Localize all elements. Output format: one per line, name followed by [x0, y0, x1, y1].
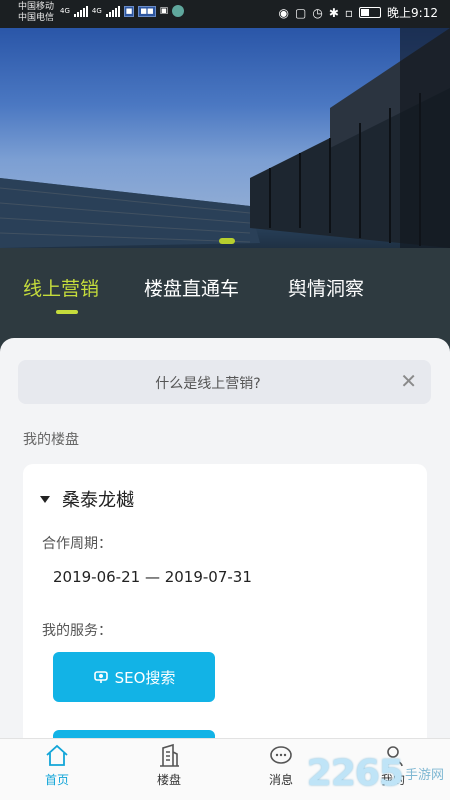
watermark-text: 手游网 — [404, 768, 444, 783]
tab-bar: 线上营销 楼盘直通车 舆情洞察 — [0, 248, 450, 338]
status-time: 晚上9:12 — [387, 6, 438, 20]
project-name: 桑泰龙樾 — [62, 490, 134, 511]
app-notification-icon: ▣ — [159, 6, 169, 16]
project-header[interactable]: 桑泰龙樾 — [40, 486, 134, 512]
seo-icon — [93, 671, 108, 683]
carrier-1: 中国移动 — [18, 2, 55, 12]
nav-messages[interactable]: 消息 — [251, 743, 311, 788]
app-notification-icon: ■■ — [138, 5, 156, 17]
message-icon — [270, 746, 292, 764]
close-icon[interactable]: ✕ — [400, 370, 417, 392]
home-icon — [46, 744, 68, 766]
signal-icon — [73, 5, 88, 17]
nfc-icon: ▢ — [295, 5, 307, 20]
alarm-icon: ◷ — [312, 5, 323, 20]
carousel-indicator[interactable] — [219, 238, 235, 244]
nav-messages-label: 消息 — [268, 773, 293, 787]
vibrate-icon: ▫ — [344, 5, 354, 20]
nav-home-label: 首页 — [44, 773, 69, 787]
period-value: 2019-06-21 — 2019-07-31 — [53, 568, 252, 586]
bluetooth-icon: ✱ — [328, 5, 339, 20]
carrier-2: 中国电信 — [18, 13, 55, 23]
nav-buildings[interactable]: 楼盘 — [139, 743, 199, 788]
eye-icon: ◉ — [278, 5, 290, 20]
info-text[interactable]: 什么是线上营销? — [18, 373, 398, 393]
services-label: 我的服务： — [42, 623, 112, 639]
nav-buildings-label: 楼盘 — [156, 773, 181, 787]
network-1-label: 4G — [60, 7, 70, 15]
info-bar[interactable]: 什么是线上营销? ✕ — [18, 360, 431, 404]
section-title: 我的楼盘 — [23, 432, 79, 448]
watermark-logo: 2265 手游网 — [307, 753, 444, 794]
content-sheet: 什么是线上营销? ✕ 我的楼盘 桑泰龙樾 合作周期： 2019-06-21 — … — [0, 338, 450, 738]
battery-icon — [359, 7, 382, 18]
building-icon — [160, 743, 179, 767]
active-tab-indicator — [56, 310, 78, 314]
watermark-number: 2265 — [306, 753, 404, 794]
signal-icon — [105, 5, 120, 17]
caret-down-icon[interactable] — [40, 495, 50, 503]
tab-public-opinion[interactable]: 舆情洞察 — [288, 274, 364, 301]
status-left-icons: 4G 4G ■ ■■ ▣ — [60, 5, 185, 17]
app-notification-icon: ■ — [123, 5, 135, 17]
banner[interactable] — [0, 28, 450, 248]
network-2-label: 4G — [91, 7, 102, 15]
tab-online-marketing[interactable]: 线上营销 — [23, 274, 99, 301]
tab-property-express[interactable]: 楼盘直通车 — [144, 274, 239, 301]
app-notification-icon — [172, 5, 185, 17]
project-card: 桑泰龙樾 合作周期： 2019-06-21 — 2019-07-31 我的服务：… — [23, 464, 427, 738]
seo-search-button[interactable]: SEO搜索 — [53, 652, 215, 702]
banner-image — [0, 28, 450, 248]
status-right-icons: ◉ ▢ ◷ ✱ ▫ 晚上9:12 — [279, 4, 438, 21]
seo-button-label: SEO搜索 — [114, 668, 176, 687]
status-bar: 中国移动 中国电信 4G 4G ■ ■■ ▣ ◉ ▢ ◷ ✱ ▫ 晚上9:12 — [0, 0, 450, 28]
service-button-2[interactable] — [53, 730, 215, 738]
nav-home[interactable]: 首页 — [27, 743, 87, 788]
period-label: 合作周期： — [42, 536, 112, 552]
carrier-info: 中国移动 中国电信 — [18, 2, 54, 24]
